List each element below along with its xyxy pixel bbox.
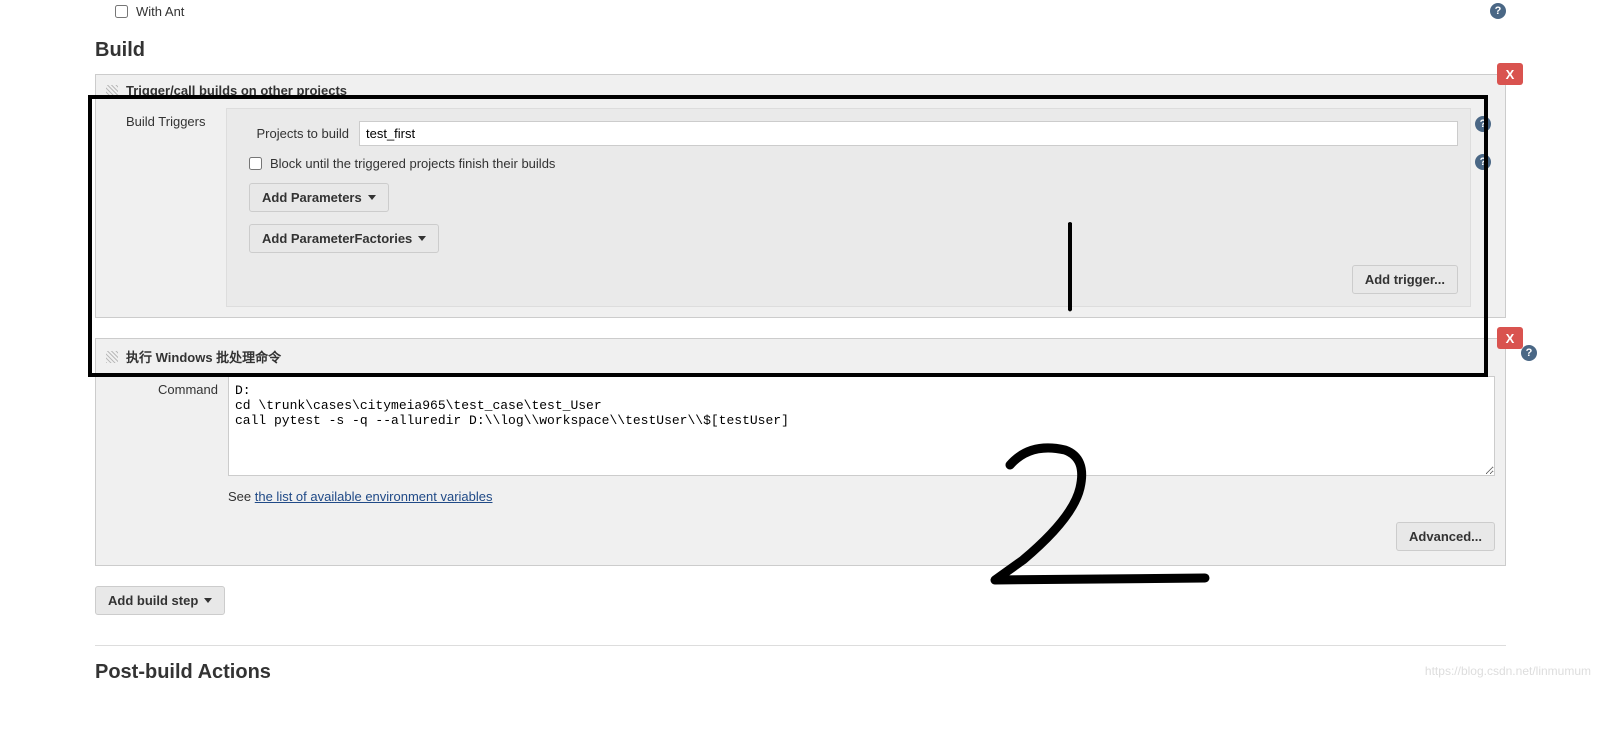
projects-to-build-input[interactable] bbox=[359, 121, 1458, 146]
delete-step-button[interactable]: X bbox=[1497, 63, 1523, 85]
add-trigger-button[interactable]: Add trigger... bbox=[1352, 265, 1458, 294]
help-icon[interactable]: ? bbox=[1521, 345, 1537, 361]
drag-handle-icon[interactable] bbox=[106, 85, 118, 97]
with-ant-checkbox[interactable] bbox=[115, 5, 128, 18]
build-section-title: Build bbox=[95, 39, 1506, 62]
command-label: Command bbox=[153, 376, 228, 551]
add-build-step-label: Add build step bbox=[108, 593, 198, 608]
step-title: Trigger/call builds on other projects bbox=[126, 83, 347, 98]
step-header: Trigger/call builds on other projects bbox=[98, 77, 1503, 104]
command-textarea[interactable] bbox=[228, 376, 1495, 476]
block-until-checkbox[interactable] bbox=[249, 157, 262, 170]
with-ant-label: With Ant bbox=[136, 4, 184, 19]
build-step-batch: X ? 执行 Windows 批处理命令 Command See the lis… bbox=[95, 338, 1506, 566]
step-title: 执行 Windows 批处理命令 bbox=[126, 347, 281, 366]
see-prefix: See bbox=[228, 489, 255, 504]
add-trigger-label: Add trigger... bbox=[1365, 272, 1445, 287]
caret-down-icon bbox=[368, 195, 376, 200]
advanced-button[interactable]: Advanced... bbox=[1396, 522, 1495, 551]
add-parameters-label: Add Parameters bbox=[262, 190, 362, 205]
projects-to-build-label: Projects to build bbox=[239, 126, 359, 141]
post-build-section-title: Post-build Actions bbox=[95, 661, 1506, 684]
env-vars-hint: See the list of available environment va… bbox=[228, 489, 1495, 504]
delete-step-button[interactable]: X bbox=[1497, 327, 1523, 349]
add-parameter-factories-button[interactable]: Add ParameterFactories bbox=[249, 224, 439, 253]
step-header: 执行 Windows 批处理命令 bbox=[98, 341, 1503, 372]
caret-down-icon bbox=[204, 598, 212, 603]
build-triggers-label: Build Triggers bbox=[126, 108, 226, 307]
help-icon[interactable]: ? bbox=[1490, 3, 1506, 19]
help-icon[interactable]: ? bbox=[1475, 116, 1491, 132]
help-icon[interactable]: ? bbox=[1475, 154, 1491, 170]
add-parameters-button[interactable]: Add Parameters bbox=[249, 183, 389, 212]
add-build-step-button[interactable]: Add build step bbox=[95, 586, 225, 615]
watermark-text: https://blog.csdn.net/linmumum bbox=[1425, 664, 1591, 678]
add-parameter-factories-label: Add ParameterFactories bbox=[262, 231, 412, 246]
caret-down-icon bbox=[418, 236, 426, 241]
drag-handle-icon[interactable] bbox=[106, 351, 118, 363]
build-step-trigger: X Trigger/call builds on other projects … bbox=[95, 74, 1506, 318]
advanced-label: Advanced... bbox=[1409, 529, 1482, 544]
env-vars-link[interactable]: the list of available environment variab… bbox=[255, 489, 493, 504]
block-until-label: Block until the triggered projects finis… bbox=[270, 156, 555, 171]
